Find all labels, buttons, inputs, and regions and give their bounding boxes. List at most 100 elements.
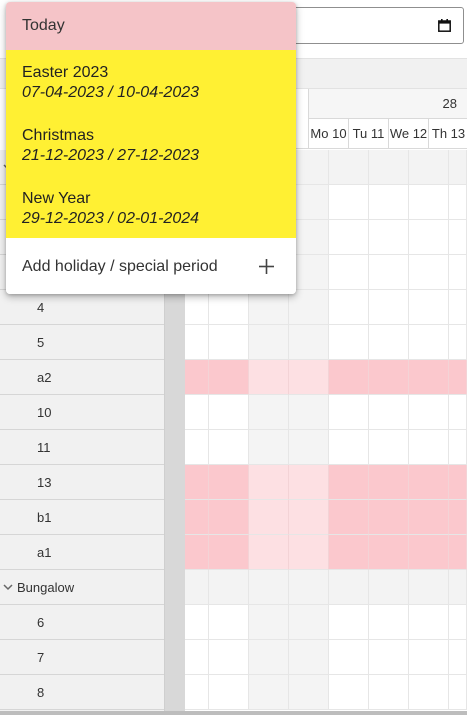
grid-cell[interactable] [409, 675, 449, 710]
grid-cell[interactable] [369, 675, 409, 710]
grid-cell[interactable] [369, 325, 409, 360]
grid-cell[interactable] [209, 395, 249, 430]
grid-cell[interactable] [409, 220, 449, 255]
grid-cell[interactable] [449, 185, 467, 220]
grid-cell[interactable] [449, 465, 467, 500]
grid-cell[interactable] [249, 360, 289, 395]
grid-cell[interactable] [329, 500, 369, 535]
grid-cell[interactable] [249, 535, 289, 570]
grid-cell[interactable] [249, 430, 289, 465]
grid-cell[interactable] [209, 640, 249, 675]
grid-cell[interactable] [289, 395, 329, 430]
grid-cell[interactable] [289, 605, 329, 640]
resource-row[interactable]: 11 [0, 430, 164, 465]
date-input[interactable] [288, 7, 464, 44]
grid-cell[interactable] [329, 255, 369, 290]
grid-cell[interactable] [409, 640, 449, 675]
grid-cell[interactable] [449, 570, 467, 605]
grid-cell[interactable] [289, 535, 329, 570]
grid-cell[interactable] [185, 395, 209, 430]
grid-cell[interactable] [409, 570, 449, 605]
grid-cell[interactable] [209, 290, 249, 325]
grid-cell[interactable] [249, 640, 289, 675]
grid-cell[interactable] [369, 500, 409, 535]
grid-cell[interactable] [369, 150, 409, 185]
grid-cell[interactable] [449, 290, 467, 325]
grid-cell[interactable] [289, 570, 329, 605]
grid-cell[interactable] [209, 430, 249, 465]
grid-cell[interactable] [409, 255, 449, 290]
grid-cell[interactable] [449, 220, 467, 255]
grid-cell[interactable] [449, 325, 467, 360]
grid-cell[interactable] [409, 535, 449, 570]
grid-cell[interactable] [249, 465, 289, 500]
add-holiday-menu-item[interactable]: Add holiday / special period [6, 238, 296, 294]
grid-cell[interactable] [209, 675, 249, 710]
grid-cell[interactable] [185, 605, 209, 640]
chevron-down-icon[interactable] [3, 583, 13, 591]
grid-cell[interactable] [209, 465, 249, 500]
grid-cell[interactable] [329, 395, 369, 430]
grid-cell[interactable] [185, 465, 209, 500]
grid-cell[interactable] [209, 570, 249, 605]
calendar-icon[interactable] [438, 19, 451, 32]
grid-cell[interactable] [409, 325, 449, 360]
grid-cell[interactable] [249, 500, 289, 535]
resource-row[interactable]: a2 [0, 360, 164, 395]
grid-cell[interactable] [185, 360, 209, 395]
horizontal-scrollbar[interactable] [0, 711, 467, 715]
resource-row[interactable]: 4 [0, 290, 164, 325]
grid-cell[interactable] [409, 150, 449, 185]
grid-cell[interactable] [249, 290, 289, 325]
holiday-item[interactable]: Easter 2023 07-04-2023 / 10-04-2023 [22, 63, 199, 103]
grid-cell[interactable] [409, 500, 449, 535]
group-row[interactable]: Bungalow [0, 570, 164, 605]
grid-cell[interactable] [185, 500, 209, 535]
grid-cell[interactable] [329, 185, 369, 220]
resource-row[interactable]: 10 [0, 395, 164, 430]
grid-cell[interactable] [289, 360, 329, 395]
holiday-item[interactable]: New Year 29-12-2023 / 02-01-2024 [22, 189, 199, 229]
resource-row[interactable]: b1 [0, 500, 164, 535]
grid-cell[interactable] [249, 605, 289, 640]
grid-cell[interactable] [329, 465, 369, 500]
grid-cell[interactable] [409, 465, 449, 500]
grid-cell[interactable] [329, 605, 369, 640]
grid-cell[interactable] [329, 220, 369, 255]
grid-cell[interactable] [209, 360, 249, 395]
grid-cell[interactable] [289, 640, 329, 675]
holiday-item[interactable]: Christmas 21-12-2023 / 27-12-2023 [22, 126, 199, 166]
grid-cell[interactable] [449, 535, 467, 570]
resource-row[interactable]: 6 [0, 605, 164, 640]
grid-cell[interactable] [369, 290, 409, 325]
grid-cell[interactable] [409, 185, 449, 220]
grid-cell[interactable] [329, 535, 369, 570]
grid-cell[interactable] [449, 640, 467, 675]
grid-cell[interactable] [249, 395, 289, 430]
grid-cell[interactable] [289, 290, 329, 325]
today-menu-item[interactable]: Today [6, 2, 296, 50]
grid-cell[interactable] [449, 255, 467, 290]
grid-cell[interactable] [369, 430, 409, 465]
grid-cell[interactable] [289, 500, 329, 535]
grid-cell[interactable] [185, 430, 209, 465]
grid-cell[interactable] [409, 290, 449, 325]
grid-cell[interactable] [449, 395, 467, 430]
grid-cell[interactable] [209, 325, 249, 360]
grid-cell[interactable] [209, 605, 249, 640]
grid-cell[interactable] [369, 465, 409, 500]
grid-cell[interactable] [289, 465, 329, 500]
grid-cell[interactable] [329, 290, 369, 325]
grid-cell[interactable] [329, 640, 369, 675]
resource-row[interactable]: 13 [0, 465, 164, 500]
grid-cell[interactable] [185, 325, 209, 360]
plus-icon[interactable] [259, 259, 274, 274]
grid-cell[interactable] [369, 570, 409, 605]
resource-row[interactable]: 7 [0, 640, 164, 675]
grid-cell[interactable] [249, 675, 289, 710]
grid-cell[interactable] [369, 220, 409, 255]
grid-cell[interactable] [185, 570, 209, 605]
grid-cell[interactable] [209, 500, 249, 535]
resource-row[interactable]: a1 [0, 535, 164, 570]
grid-cell[interactable] [185, 675, 209, 710]
